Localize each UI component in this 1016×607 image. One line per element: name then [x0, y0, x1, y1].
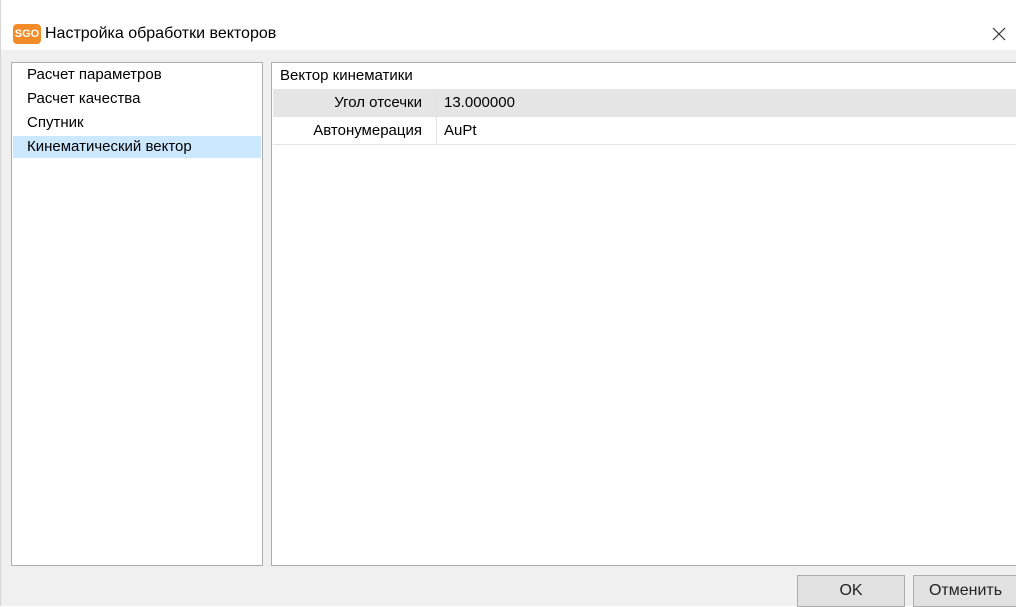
title-bar: SGO Настройка обработки векторов: [1, 0, 1016, 50]
nav-item-satellite[interactable]: Спутник: [13, 112, 261, 134]
close-button[interactable]: [981, 20, 1016, 48]
category-list[interactable]: Расчет параметров Расчет качества Спутни…: [11, 62, 263, 566]
property-grid: Вектор кинематики Угол отсечки 13.000000…: [271, 62, 1016, 566]
section-header: Вектор кинематики: [280, 67, 413, 84]
close-icon: [992, 27, 1006, 41]
property-name: Автонумерация: [273, 117, 437, 144]
nav-item-kinematic-vector[interactable]: Кинематический вектор: [13, 136, 261, 158]
property-value[interactable]: 13.000000: [444, 89, 515, 116]
ok-button[interactable]: OK: [797, 575, 905, 607]
nav-item-quality[interactable]: Расчет качества: [13, 88, 261, 110]
property-value[interactable]: AuPt: [444, 117, 477, 144]
property-name: Угол отсечки: [273, 89, 437, 116]
cancel-button[interactable]: Отменить: [913, 575, 1016, 607]
dialog-window: SGO Настройка обработки векторов Расчет …: [0, 0, 1016, 607]
property-row-autonumbering[interactable]: Автонумерация AuPt: [273, 117, 1016, 145]
app-logo-icon: SGO: [13, 24, 41, 44]
window-title: Настройка обработки векторов: [45, 25, 277, 42]
nav-item-parameters[interactable]: Расчет параметров: [13, 64, 261, 86]
property-row-cutoff-angle[interactable]: Угол отсечки 13.000000: [273, 89, 1016, 117]
